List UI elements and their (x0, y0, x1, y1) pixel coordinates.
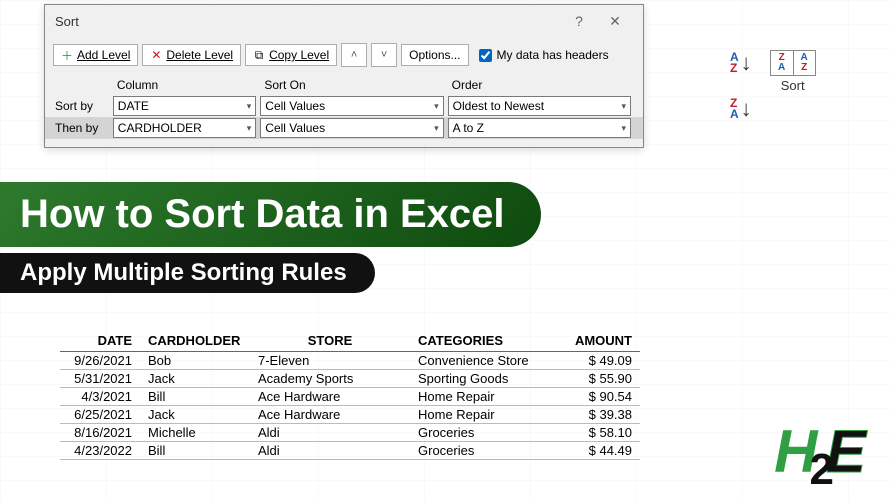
tutorial-banner: How to Sort Data in Excel Apply Multiple… (0, 182, 541, 293)
sort-grid-body: Sort by DATE▾ Cell Values▾ Oldest to New… (45, 95, 643, 147)
table-cell: Jack (140, 370, 250, 388)
table-cell: 5/31/2021 (60, 370, 140, 388)
h2e-logo: H2E (774, 417, 866, 486)
chevron-down-icon: ▾ (434, 101, 439, 112)
col-date: DATE (60, 330, 140, 352)
table-cell: $ 90.54 (560, 388, 640, 406)
sort-grid-header: Column Sort On Order (45, 73, 643, 95)
table-cell: Bob (140, 352, 250, 370)
dialog-toolbar: ＋ Add Level ✕ Delete Level ⧉ Copy Level … (45, 37, 643, 73)
col-cardholder: CARDHOLDER (140, 330, 250, 352)
headers-checkbox-input[interactable] (479, 49, 492, 62)
dialog-titlebar: Sort ? ✕ (45, 5, 643, 37)
table-cell: Aldi (250, 442, 410, 460)
banner-title: How to Sort Data in Excel (0, 182, 541, 247)
table-cell: Bill (140, 388, 250, 406)
help-icon[interactable]: ? (561, 11, 597, 31)
table-cell: 9/26/2021 (60, 352, 140, 370)
sort-asc-button[interactable]: AZ ↓ (730, 50, 752, 76)
table-row[interactable]: 4/23/2022BillAldiGroceries$ 44.49 (60, 442, 640, 460)
table-cell: Michelle (140, 424, 250, 442)
row-label: Sort by (53, 96, 113, 116)
header-column: Column (113, 75, 261, 95)
table-cell: Groceries (410, 442, 560, 460)
close-icon[interactable]: ✕ (597, 11, 633, 31)
sort-row[interactable]: Then by CARDHOLDER▾ Cell Values▾ A to Z▾ (45, 117, 643, 139)
table-header-row: DATE CARDHOLDER STORE CATEGORIES AMOUNT (60, 330, 640, 352)
arrow-down-icon: ↓ (741, 96, 752, 122)
table-cell: Home Repair (410, 388, 560, 406)
chevron-down-icon: ▾ (247, 101, 252, 112)
table-cell: 4/23/2022 (60, 442, 140, 460)
table-cell: Aldi (250, 424, 410, 442)
table-cell: Groceries (410, 424, 560, 442)
x-icon: ✕ (150, 49, 162, 61)
table-cell: Sporting Goods (410, 370, 560, 388)
plus-icon: ＋ (61, 49, 73, 61)
table-cell: $ 44.49 (560, 442, 640, 460)
arrow-down-icon: ↓ (741, 50, 752, 76)
copy-icon: ⧉ (253, 49, 265, 61)
order-dropdown[interactable]: Oldest to Newest▾ (448, 96, 631, 116)
table-cell: 7-Eleven (250, 352, 410, 370)
move-down-button[interactable]: ˅ (371, 43, 397, 67)
headers-checkbox[interactable]: My data has headers (479, 48, 609, 62)
chevron-down-icon: ▾ (621, 123, 626, 134)
col-categories: CATEGORIES (410, 330, 560, 352)
dialog-title: Sort (55, 14, 79, 29)
order-dropdown[interactable]: A to Z▾ (448, 118, 631, 138)
table-cell: $ 49.09 (560, 352, 640, 370)
table-cell: $ 58.10 (560, 424, 640, 442)
column-dropdown[interactable]: DATE▾ (113, 96, 257, 116)
banner-subtitle: Apply Multiple Sorting Rules (0, 253, 375, 293)
sorton-dropdown[interactable]: Cell Values▾ (260, 96, 443, 116)
table-cell: Ace Hardware (250, 406, 410, 424)
table-row[interactable]: 6/25/2021JackAce HardwareHome Repair$ 39… (60, 406, 640, 424)
data-table: DATE CARDHOLDER STORE CATEGORIES AMOUNT … (60, 330, 640, 460)
chevron-down-icon: ▾ (621, 101, 626, 112)
row-label: Then by (53, 118, 113, 138)
column-dropdown[interactable]: CARDHOLDER▾ (113, 118, 257, 138)
table-row[interactable]: 9/26/2021Bob7-ElevenConvenience Store$ 4… (60, 352, 640, 370)
table-cell: 4/3/2021 (60, 388, 140, 406)
copy-level-button[interactable]: ⧉ Copy Level (245, 44, 337, 66)
sort-desc-button[interactable]: ZA ↓ (730, 96, 752, 122)
ribbon-sort-group: AZ ↓ ZA ↓ ZA AZ Sort (730, 50, 816, 122)
table-cell: 8/16/2021 (60, 424, 140, 442)
add-level-button[interactable]: ＋ Add Level (53, 44, 138, 66)
sorton-dropdown[interactable]: Cell Values▾ (260, 118, 443, 138)
sort-dialog: Sort ? ✕ ＋ Add Level ✕ Delete Level ⧉ Co… (44, 4, 644, 148)
table-cell: Ace Hardware (250, 388, 410, 406)
col-amount: AMOUNT (560, 330, 640, 352)
table-cell: $ 55.90 (560, 370, 640, 388)
table-cell: Convenience Store (410, 352, 560, 370)
sort-icon: ZA AZ (770, 50, 816, 76)
table-row[interactable]: 5/31/2021JackAcademy SportsSporting Good… (60, 370, 640, 388)
table-row[interactable]: 4/3/2021BillAce HardwareHome Repair$ 90.… (60, 388, 640, 406)
table-cell: Jack (140, 406, 250, 424)
table-cell: Bill (140, 442, 250, 460)
sort-row[interactable]: Sort by DATE▾ Cell Values▾ Oldest to New… (45, 95, 643, 117)
table-cell: 6/25/2021 (60, 406, 140, 424)
header-sorton: Sort On (260, 75, 447, 95)
col-store: STORE (250, 330, 410, 352)
options-button[interactable]: Options... (401, 44, 468, 66)
sort-dialog-button[interactable]: ZA AZ Sort (770, 50, 816, 93)
move-up-button[interactable]: ˄ (341, 43, 367, 67)
table-cell: $ 39.38 (560, 406, 640, 424)
chevron-down-icon: ▾ (434, 123, 439, 134)
table-cell: Academy Sports (250, 370, 410, 388)
chevron-down-icon: ▾ (247, 123, 252, 134)
table-cell: Home Repair (410, 406, 560, 424)
delete-level-button[interactable]: ✕ Delete Level (142, 44, 241, 66)
header-order: Order (448, 75, 635, 95)
table-row[interactable]: 8/16/2021MichelleAldiGroceries$ 58.10 (60, 424, 640, 442)
